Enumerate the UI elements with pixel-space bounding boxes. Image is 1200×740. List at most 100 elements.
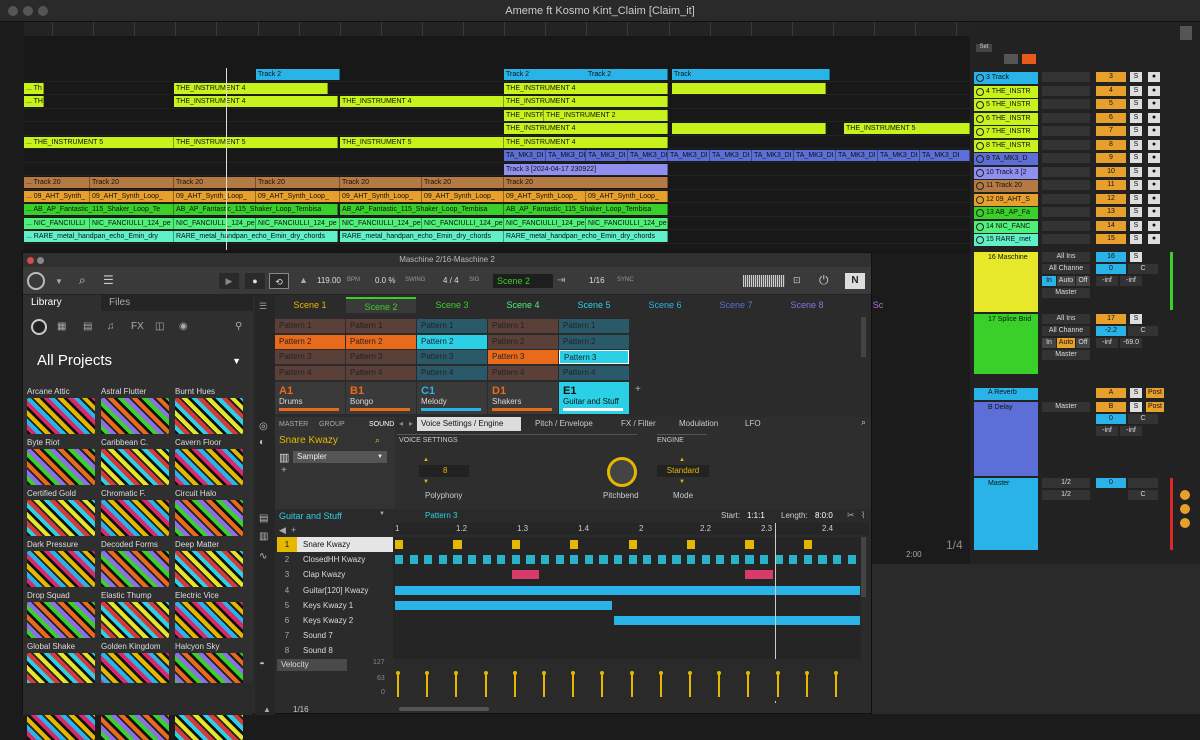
sound-search-icon[interactable]: ⌕ <box>375 435 380 446</box>
mode-up-icon[interactable]: ▲ <box>679 457 685 463</box>
hihat-step[interactable] <box>643 555 652 565</box>
return-b-header[interactable]: B Delay <box>974 402 1038 476</box>
session-track-solo[interactable]: S <box>1130 180 1142 190</box>
session-track-arm-icon[interactable]: ● <box>1148 234 1160 244</box>
crossfade-a-icon[interactable] <box>1180 490 1190 500</box>
keyboard-icon[interactable]: ▥ <box>259 531 268 542</box>
arrangement-clip[interactable]: NIC_FANCIULLI_124_pe <box>586 217 668 229</box>
arrangement-clip[interactable]: AB_AP_Fantastic_115_Shaker_Loop_Tembisa <box>340 204 504 215</box>
expand-icon[interactable] <box>1004 54 1018 64</box>
arrangement-clip[interactable]: THE_INSTRUMENT 4 <box>174 96 338 107</box>
velocity-handle[interactable] <box>775 671 780 675</box>
session-track-header[interactable]: 7 THE_INSTR <box>974 126 1038 138</box>
track-launch-icon[interactable] <box>976 168 984 177</box>
velocity-bar[interactable] <box>747 673 750 697</box>
hihat-step[interactable] <box>687 555 696 565</box>
loop-button[interactable]: ⟲ <box>269 273 289 289</box>
arrangement-clip[interactable]: ... RARE_metal_handpan_echo_Emin_dry <box>24 231 174 242</box>
session-track-solo[interactable]: S <box>1130 166 1142 177</box>
pattern-slot[interactable]: Pattern 4 <box>488 365 558 380</box>
hihat-step[interactable] <box>599 555 608 565</box>
mode-down-icon[interactable]: ▼ <box>679 479 685 485</box>
plugin-slot[interactable]: Sampler ▼ <box>293 451 387 463</box>
scissors-icon[interactable]: ✂ <box>847 510 855 521</box>
pattern-slot[interactable]: Pattern 3 <box>417 350 487 364</box>
session-track-header[interactable]: 12 09_AHT_S <box>974 193 1038 206</box>
track-16-monitor-in[interactable]: In <box>1042 276 1056 286</box>
return-b-letter[interactable]: B <box>1096 402 1126 412</box>
arrangement-lane[interactable]: Track 3 [2024-04-17 230922] <box>24 163 970 176</box>
arrangement-lane[interactable]: THE_INSTR THE_INSTRUMENT 2 <box>24 109 970 122</box>
arrangement-clip[interactable]: 09_AHT_Synth_Loop_ <box>90 190 174 202</box>
library-project-item[interactable]: Circuit Halo <box>175 489 245 536</box>
library-project-item[interactable]: Elastic Thump <box>101 591 171 638</box>
session-track-io-slot[interactable] <box>1042 85 1090 96</box>
ni-logo-icon[interactable]: N <box>845 273 865 289</box>
hihat-step[interactable] <box>541 555 550 565</box>
track-16-output[interactable]: Master <box>1042 288 1090 298</box>
arrangement-lane[interactable]: ... THE_INSTRUMENT 5 THE_INSTRUMENT 5 THE_… <box>24 136 970 149</box>
hihat-step[interactable] <box>614 555 623 565</box>
track-16-input[interactable]: All Ins <box>1042 252 1090 262</box>
track-launch-icon[interactable] <box>976 155 984 163</box>
session-track-arm-icon[interactable]: ● <box>1148 139 1160 150</box>
group-slot[interactable]: A1 Drums <box>275 382 345 414</box>
return-b-solo[interactable]: S <box>1130 402 1142 412</box>
mode-tab-group[interactable]: GROUP <box>319 421 345 428</box>
arrangement-clip[interactable]: Track <box>672 69 830 80</box>
snare-step[interactable] <box>745 540 754 549</box>
library-project-thumbnail[interactable] <box>175 449 243 485</box>
arrangement-clip[interactable]: 09_AHT_Synth_Loop_ <box>174 190 256 202</box>
library-project-item[interactable]: Decoded Forms <box>101 540 171 587</box>
param-tab-pitch-envelope[interactable]: Pitch / Envelope <box>535 419 593 428</box>
velocity-bar[interactable] <box>572 673 575 697</box>
velocity-bar[interactable] <box>601 673 604 697</box>
track-17-output[interactable]: Master <box>1042 350 1090 360</box>
search-icon[interactable]: ⌕ <box>79 273 86 288</box>
param-tab-lfo[interactable]: LFO <box>745 419 761 428</box>
arrangement-clip[interactable]: THE_INSTRUMENT 4 <box>504 123 668 134</box>
scene-slot[interactable]: Sc <box>843 297 913 313</box>
pattern-editor-icon[interactable]: ▤ <box>259 513 268 524</box>
arrangement-lane[interactable]: ... 09_AHT_Synth_ 09_AHT_Synth_Loop_ 09_AH… <box>24 190 970 203</box>
group-slot[interactable]: C1 Melody <box>417 382 487 414</box>
library-project-thumbnail[interactable] <box>101 398 169 434</box>
return-b-post[interactable]: Post <box>1146 402 1164 412</box>
hihat-step[interactable] <box>833 555 842 565</box>
midi-connect-icon[interactable]: ⊡ <box>793 275 801 286</box>
arrangement-clip[interactable]: THE_INSTRUMENT 4 <box>340 96 504 107</box>
velocity-bar[interactable] <box>513 673 516 697</box>
pattern-slot[interactable]: Pattern 2 <box>417 334 487 349</box>
library-project-item[interactable]: Electric Vice <box>175 591 245 638</box>
footer-grid[interactable]: 1/16 <box>293 705 309 714</box>
velocity-handle[interactable] <box>834 671 838 675</box>
hihat-step[interactable] <box>555 555 564 565</box>
playhead[interactable] <box>226 68 227 250</box>
velocity-bar[interactable] <box>776 673 779 697</box>
session-track-io-slot[interactable] <box>1042 72 1090 82</box>
session-track-arm-icon[interactable]: ● <box>1148 85 1160 96</box>
session-track-number[interactable]: 8 <box>1096 139 1126 150</box>
tab-files[interactable]: Files <box>101 295 177 311</box>
session-track-io-slot[interactable] <box>1042 180 1090 190</box>
pattern-slot[interactable]: Pattern 3 <box>275 350 345 364</box>
arrangement-clip[interactable]: NIC_FANCIULLI_124_pe <box>422 217 504 229</box>
arrangement-clip[interactable]: AB_AP_Fantastic_115_Shaker_Loop_Tembisa <box>174 204 338 215</box>
track-17-channel[interactable]: All Channe <box>1042 326 1090 336</box>
arrangement-clip[interactable]: THE_INSTRUMENT 5 <box>340 136 504 148</box>
arrangement-lane[interactable]: ... RARE_metal_handpan_echo_Emin_dry RARE… <box>24 230 970 244</box>
track-17-header[interactable]: 17 Splice Brid <box>974 314 1038 374</box>
pattern-slot[interactable]: Pattern 1 <box>488 319 558 333</box>
piano-roll-icon[interactable]: ◓ <box>259 659 265 670</box>
crossfade-c-icon[interactable] <box>1180 518 1190 528</box>
scene-slot[interactable]: Scene 4 <box>488 297 558 313</box>
param-search-icon[interactable]: ⌕ <box>861 417 866 428</box>
library-project-item[interactable]: Dark Pressure <box>27 540 97 587</box>
master-pan-top[interactable] <box>1128 478 1158 488</box>
pattern-slot[interactable]: Pattern 4 <box>346 365 416 380</box>
hihat-step[interactable] <box>847 555 856 565</box>
velocity-handle[interactable] <box>542 671 546 675</box>
group-slot[interactable]: D1 Shakers <box>488 382 558 414</box>
follow-icon[interactable]: ⇥ <box>557 275 565 286</box>
hihat-step[interactable] <box>745 555 754 565</box>
